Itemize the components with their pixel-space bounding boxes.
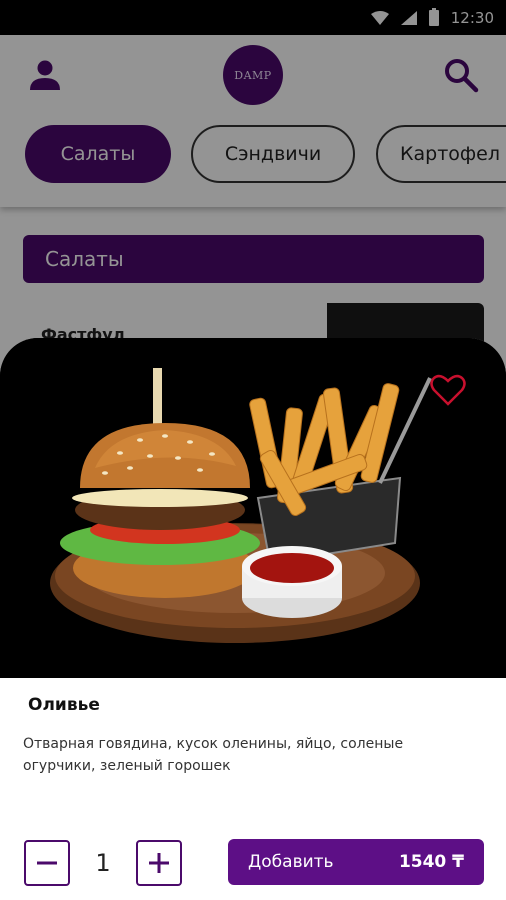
- price: 1540 ₸: [398, 852, 464, 872]
- heart-icon[interactable]: [430, 373, 466, 407]
- product-description: Отварная говядина, кусок оленины, яйцо, …: [23, 736, 404, 774]
- add-to-cart-button[interactable]: Добавить 1540 ₸: [228, 839, 484, 885]
- plus-icon: [149, 853, 169, 873]
- quantity-decrease-button[interactable]: [24, 840, 70, 886]
- minus-icon: [37, 861, 57, 865]
- product-name: Оливье: [28, 695, 100, 715]
- quantity-increase-button[interactable]: [136, 840, 182, 886]
- product-sheet: Оливье Отварная говядина, кусок оленины,…: [0, 338, 506, 900]
- add-button-label: Добавить: [248, 852, 334, 872]
- quantity-value: 1: [95, 849, 111, 877]
